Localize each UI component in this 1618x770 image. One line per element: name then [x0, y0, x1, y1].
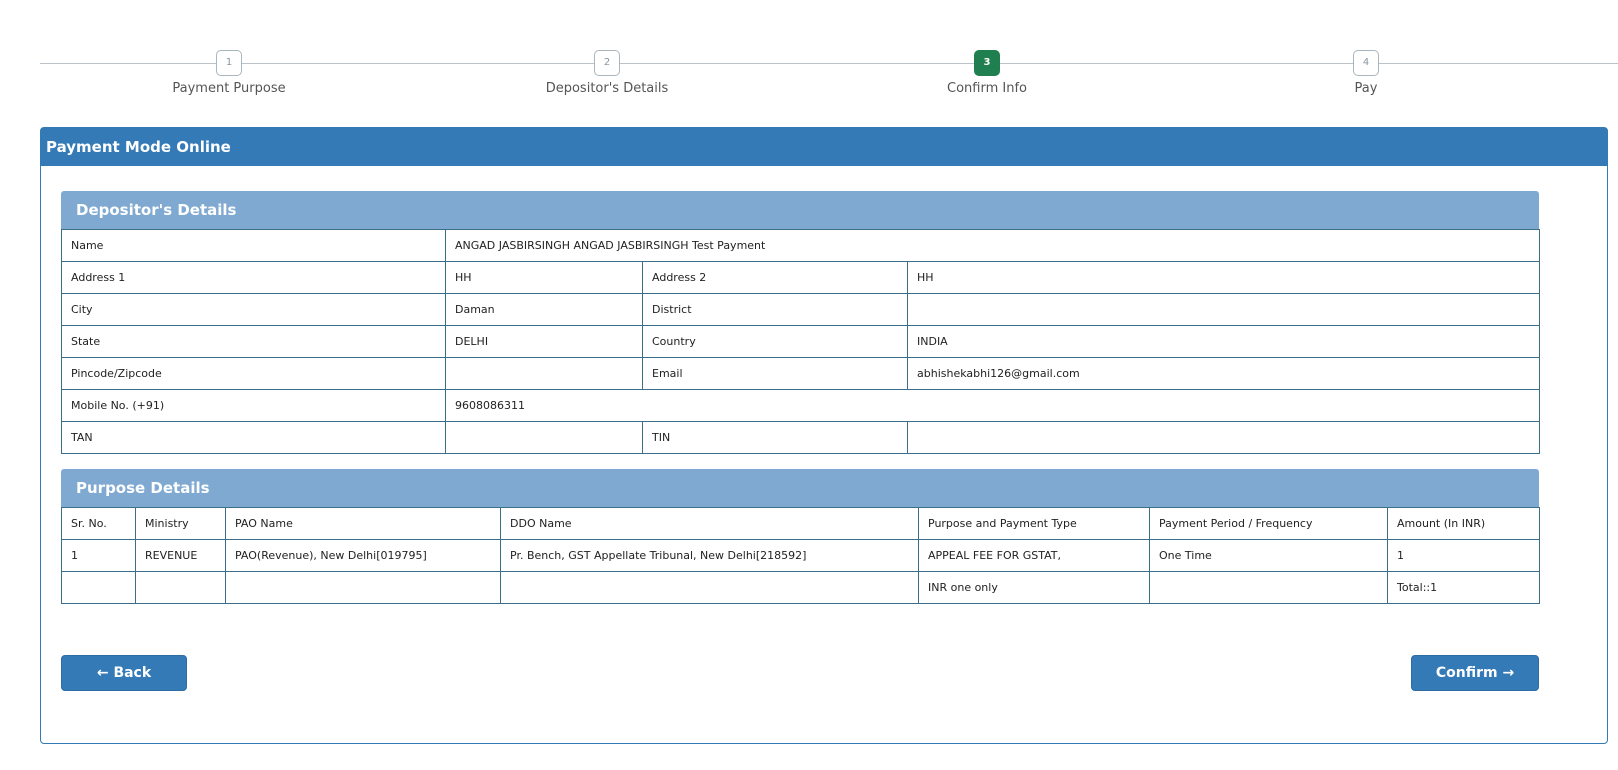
step-pay: 4 Pay	[1166, 50, 1566, 96]
table-cell: 1	[61, 539, 136, 572]
mobile-label: Mobile No. (+91)	[61, 389, 446, 422]
step-label: Pay	[1354, 81, 1378, 96]
table-cell	[135, 571, 226, 604]
amount-in-words: INR one only	[918, 571, 1150, 604]
tin-value	[907, 421, 1540, 454]
purpose-details-table: Sr. No. Ministry PAO Name DDO Name Purpo…	[61, 507, 1540, 604]
column-header: Purpose and Payment Type	[918, 507, 1150, 540]
table-cell	[61, 571, 136, 604]
depositor-details-heading: Depositor's Details	[61, 191, 1539, 229]
purpose-details-heading: Purpose Details	[61, 469, 1539, 507]
table-cell: Pr. Bench, GST Appellate Tribunal, New D…	[500, 539, 919, 572]
step-payment-purpose: 1 Payment Purpose	[29, 50, 429, 96]
step-number: 2	[594, 50, 620, 76]
panel-title: Payment Mode Online	[41, 128, 1607, 166]
tin-label: TIN	[642, 421, 908, 454]
step-number-active: 3	[974, 50, 1000, 76]
back-button[interactable]: ← Back	[61, 655, 187, 691]
depositor-details-table: Name ANGAD JASBIRSINGH ANGAD JASBIRSINGH…	[61, 229, 1540, 454]
column-header: Payment Period / Frequency	[1149, 507, 1388, 540]
arrow-right-icon: →	[1502, 665, 1515, 681]
payment-panel: Payment Mode Online Depositor's Details …	[40, 127, 1608, 744]
pincode-value	[445, 357, 643, 390]
step-confirm-info: 3 Confirm Info	[787, 50, 1187, 96]
state-value: DELHI	[445, 325, 643, 358]
table-row: Pincode/Zipcode Email abhishekabhi126@gm…	[61, 357, 1540, 390]
table-row: 1 REVENUE PAO(Revenue), New Delhi[019795…	[61, 539, 1540, 572]
progress-stepper: 1 Payment Purpose 2 Depositor's Details …	[0, 0, 1618, 110]
column-header: DDO Name	[500, 507, 919, 540]
mobile-value: 9608086311	[445, 389, 1540, 422]
table-row: TAN TIN	[61, 421, 1540, 454]
state-label: State	[61, 325, 446, 358]
name-value: ANGAD JASBIRSINGH ANGAD JASBIRSINGH Test…	[445, 229, 1540, 262]
step-label: Confirm Info	[947, 81, 1027, 96]
confirm-button-label: Confirm	[1435, 665, 1498, 681]
tan-value	[445, 421, 643, 454]
depositor-details-section: Depositor's Details Name ANGAD JASBIRSIN…	[61, 191, 1540, 454]
step-label: Depositor's Details	[545, 81, 669, 96]
address1-value: HH	[445, 261, 643, 294]
table-row: Mobile No. (+91) 9608086311	[61, 389, 1540, 422]
table-cell: APPEAL FEE FOR GSTAT,	[918, 539, 1150, 572]
step-number: 1	[216, 50, 242, 76]
table-row: City Daman District	[61, 293, 1540, 326]
table-cell: 1	[1387, 539, 1540, 572]
step-label: Payment Purpose	[172, 81, 286, 96]
name-label: Name	[61, 229, 446, 262]
table-cell: One Time	[1149, 539, 1388, 572]
country-value: INDIA	[907, 325, 1540, 358]
table-cell: REVENUE	[135, 539, 226, 572]
step-number: 4	[1353, 50, 1379, 76]
address2-value: HH	[907, 261, 1540, 294]
table-cell	[500, 571, 919, 604]
table-header-row: Sr. No. Ministry PAO Name DDO Name Purpo…	[61, 507, 1540, 540]
city-value: Daman	[445, 293, 643, 326]
total-amount: Total::1	[1387, 571, 1540, 604]
column-header: Sr. No.	[61, 507, 136, 540]
column-header: Ministry	[135, 507, 226, 540]
city-label: City	[61, 293, 446, 326]
table-cell: PAO(Revenue), New Delhi[019795]	[225, 539, 501, 572]
purpose-details-section: Purpose Details Sr. No. Ministry PAO Nam…	[61, 469, 1540, 604]
step-depositors-details: 2 Depositor's Details	[407, 50, 807, 96]
column-header: Amount (In INR)	[1387, 507, 1540, 540]
table-row: Address 1 HH Address 2 HH	[61, 261, 1540, 294]
country-label: Country	[642, 325, 908, 358]
email-value: abhishekabhi126@gmail.com	[907, 357, 1540, 390]
email-label: Email	[642, 357, 908, 390]
table-cell	[225, 571, 501, 604]
column-header: PAO Name	[225, 507, 501, 540]
confirm-button[interactable]: Confirm →	[1411, 655, 1539, 691]
pincode-label: Pincode/Zipcode	[61, 357, 446, 390]
tan-label: TAN	[61, 421, 446, 454]
district-label: District	[642, 293, 908, 326]
back-button-label: Back	[113, 665, 152, 681]
table-cell	[1149, 571, 1388, 604]
address2-label: Address 2	[642, 261, 908, 294]
district-value	[907, 293, 1540, 326]
address1-label: Address 1	[61, 261, 446, 294]
table-row: State DELHI Country INDIA	[61, 325, 1540, 358]
table-row: Name ANGAD JASBIRSINGH ANGAD JASBIRSINGH…	[61, 229, 1540, 262]
table-total-row: INR one only Total::1	[61, 571, 1540, 604]
arrow-left-icon: ←	[96, 665, 109, 681]
